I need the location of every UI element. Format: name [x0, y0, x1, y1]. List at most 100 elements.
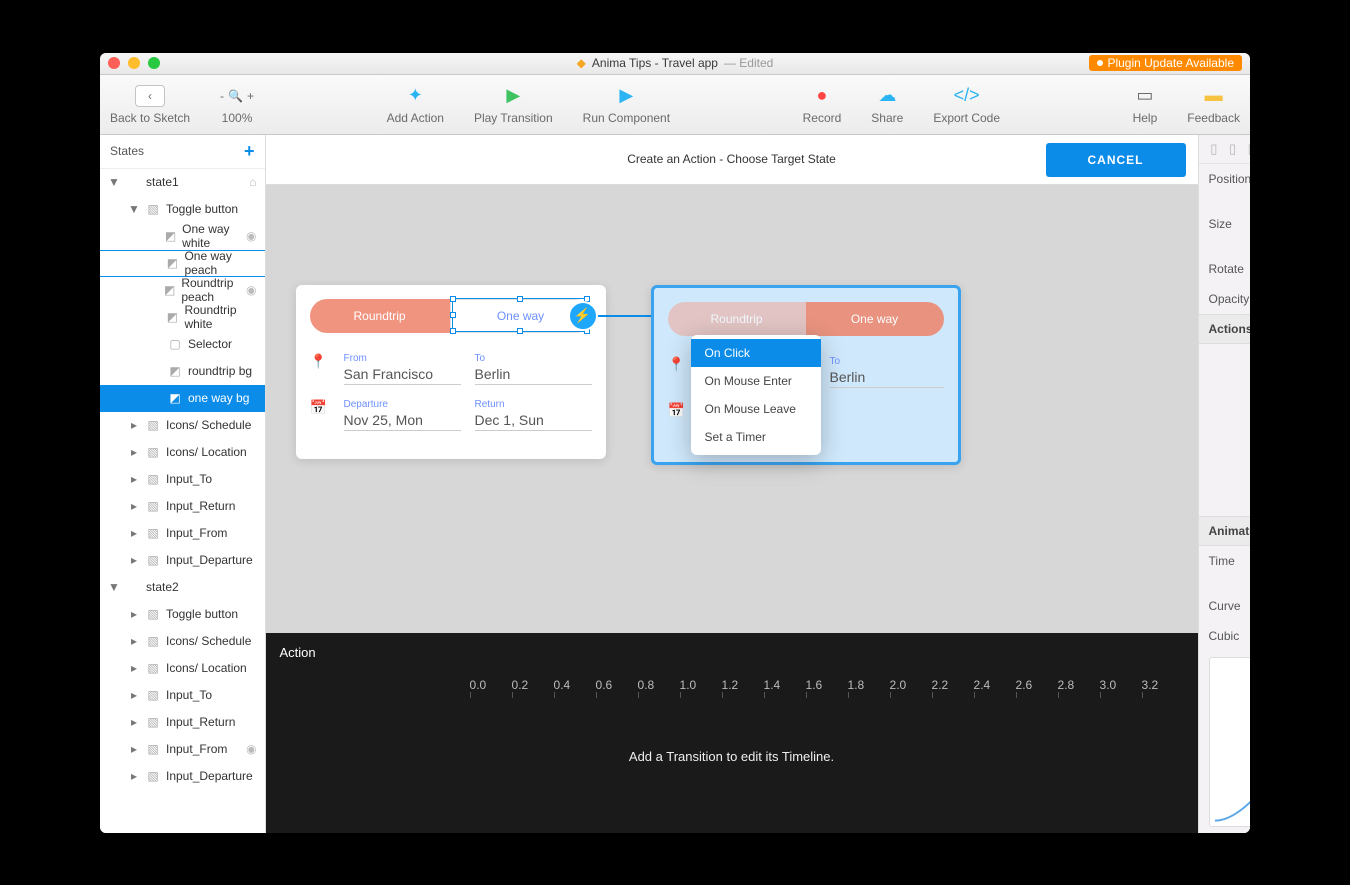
from-label: From	[344, 353, 461, 364]
feedback-button[interactable]: ▬ Feedback	[1187, 84, 1240, 125]
titlebar: ◆ Anima Tips - Travel app — Edited Plugi…	[100, 53, 1250, 75]
tree-row[interactable]: ▸▧Input_To	[100, 466, 265, 493]
share-button[interactable]: ☁ Share	[871, 84, 903, 125]
export-code-button[interactable]: </> Export Code	[933, 84, 1000, 125]
visibility-icon[interactable]: ◉	[246, 229, 256, 243]
timeline-empty-msg: Add a Transition to edit its Timeline.	[280, 692, 1184, 821]
tree-row[interactable]: ▸▧Input_From◉	[100, 736, 265, 763]
to-value-2: Berlin	[830, 369, 944, 388]
animation-section: Animation	[1209, 524, 1250, 538]
zoom-control[interactable]: -🔍+ 100%	[220, 84, 254, 125]
add-action-icon: ✦	[408, 84, 423, 108]
oneway-tab-2[interactable]: One way	[806, 302, 944, 336]
action-header: Create an Action - Choose Target State C…	[266, 135, 1198, 185]
add-state-button[interactable]: +	[244, 141, 255, 162]
curve-label: Curve	[1209, 599, 1250, 613]
trigger-dropdown[interactable]: On ClickOn Mouse EnterOn Mouse LeaveSet …	[691, 335, 821, 455]
play-icon: ▶	[506, 84, 520, 108]
tree-row[interactable]: ▸▧Icons/ Location	[100, 439, 265, 466]
run-component-button[interactable]: ▶ Run Component	[583, 84, 670, 125]
timeline-panel: Action 0.00.20.40.60.81.01.21.41.61.82.0…	[266, 633, 1198, 833]
tree-row[interactable]: ▼state2	[100, 574, 265, 601]
tree-row[interactable]: ◩roundtrip bg	[100, 358, 265, 385]
action-trigger-icon[interactable]: ⚡	[568, 301, 598, 331]
calendar-icon: 📅	[668, 402, 684, 434]
location-icon: 📍	[310, 353, 326, 385]
back-to-sketch-button[interactable]: ‹ Back to Sketch	[110, 84, 190, 125]
action-title: Create an Action - Choose Target State	[627, 152, 836, 166]
tree-row[interactable]: ▸▧Icons/ Location	[100, 655, 265, 682]
zoom-window[interactable]	[148, 57, 160, 69]
visibility-icon[interactable]: ◉	[246, 283, 256, 297]
layer-tree[interactable]: ▼state1⌂▼▧Toggle button◩One way white◉◩O…	[100, 169, 265, 833]
tree-row[interactable]: ▼▧Toggle button	[100, 196, 265, 223]
code-icon: </>	[954, 84, 980, 108]
dropdown-item[interactable]: On Mouse Enter	[691, 367, 821, 395]
timeline-ruler: 0.00.20.40.60.81.01.21.41.61.82.02.22.42…	[470, 678, 1184, 692]
tree-row[interactable]: ▸▧Icons/ Schedule	[100, 628, 265, 655]
tree-row[interactable]: ▼state1⌂	[100, 169, 265, 196]
visibility-icon[interactable]: ◉	[246, 742, 256, 756]
window-edited: — Edited	[724, 56, 773, 70]
return-label: Return	[475, 399, 592, 410]
align-left-icon[interactable]: ▯	[1207, 141, 1222, 157]
opacity-label: Opacity	[1209, 292, 1250, 306]
tree-row[interactable]: ◩one way bg	[100, 385, 265, 412]
tree-row[interactable]: ▸▧Input_To	[100, 682, 265, 709]
window-controls	[108, 57, 160, 69]
align-right-icon[interactable]: ▯	[1244, 141, 1250, 157]
tree-row[interactable]: ▢Selector	[100, 331, 265, 358]
app-icon: ◆	[577, 56, 586, 70]
dropdown-item[interactable]: On Click	[691, 339, 821, 367]
states-panel: States + ▼state1⌂▼▧Toggle button◩One way…	[100, 135, 266, 833]
record-button[interactable]: ● Record	[803, 84, 842, 125]
size-label: Size	[1209, 217, 1250, 231]
chat-icon: ▬	[1205, 84, 1223, 108]
add-action-button[interactable]: ✦ Add Action	[387, 84, 444, 125]
window-title: Anima Tips - Travel app	[592, 56, 718, 70]
connection-line	[588, 315, 658, 317]
book-icon: ▭	[1136, 84, 1153, 108]
calendar-icon: 📅	[310, 399, 326, 431]
home-icon: ⌂	[249, 175, 256, 189]
curve-preview	[1209, 657, 1250, 827]
plugin-update-badge[interactable]: Plugin Update Available	[1089, 55, 1242, 71]
to-label: To	[475, 353, 592, 364]
minimize-window[interactable]	[128, 57, 140, 69]
time-label: Time	[1209, 554, 1250, 568]
tree-row[interactable]: ◩Roundtrip peach◉	[100, 277, 265, 304]
tree-row[interactable]: ▸▧Input_Departure	[100, 547, 265, 574]
tree-row[interactable]: ◩Roundtrip white	[100, 304, 265, 331]
roundtrip-tab[interactable]: Roundtrip	[310, 299, 450, 333]
return-value: Dec 1, Sun	[475, 412, 592, 431]
tree-row[interactable]: ▸▧Toggle button	[100, 601, 265, 628]
cancel-button[interactable]: CANCEL	[1046, 143, 1186, 177]
play-transition-button[interactable]: ▶ Play Transition	[474, 84, 553, 125]
app-window: ◆ Anima Tips - Travel app — Edited Plugi…	[100, 53, 1250, 833]
departure-value: Nov 25, Mon	[344, 412, 461, 431]
tree-row[interactable]: ▸▧Input_Return	[100, 709, 265, 736]
tree-row[interactable]: ▸▧Input_Return	[100, 493, 265, 520]
dropdown-item[interactable]: Set a Timer	[691, 423, 821, 451]
tree-row[interactable]: ◩One way white◉	[100, 223, 265, 250]
align-center-icon[interactable]: ▯	[1225, 141, 1240, 157]
tree-row[interactable]: ▸▧Icons/ Schedule	[100, 412, 265, 439]
location-icon: 📍	[668, 356, 684, 388]
tree-row[interactable]: ◩One way peach	[100, 250, 265, 277]
tree-row[interactable]: ▸▧Input_From	[100, 520, 265, 547]
canvas-area: Create an Action - Choose Target State C…	[266, 135, 1198, 833]
timeline-title: Action	[280, 645, 1184, 660]
actions-section: Actions	[1209, 322, 1250, 336]
play-solid-icon: ▶	[619, 84, 633, 108]
departure-label: Departure	[344, 399, 461, 410]
from-value: San Francisco	[344, 366, 461, 385]
help-button[interactable]: ▭ Help	[1133, 84, 1158, 125]
dropdown-item[interactable]: On Mouse Leave	[691, 395, 821, 423]
cubic-label: Cubic	[1209, 629, 1250, 643]
toolbar: ‹ Back to Sketch -🔍+ 100% ✦ Add Action ▶…	[100, 75, 1250, 135]
align-controls[interactable]: ▯▯▯ ▭▭▭ ▯▭▯	[1199, 135, 1250, 164]
cloud-upload-icon: ☁	[878, 84, 896, 108]
tree-row[interactable]: ▸▧Input_Departure	[100, 763, 265, 790]
close-window[interactable]	[108, 57, 120, 69]
roundtrip-tab-2[interactable]: Roundtrip	[668, 302, 806, 336]
